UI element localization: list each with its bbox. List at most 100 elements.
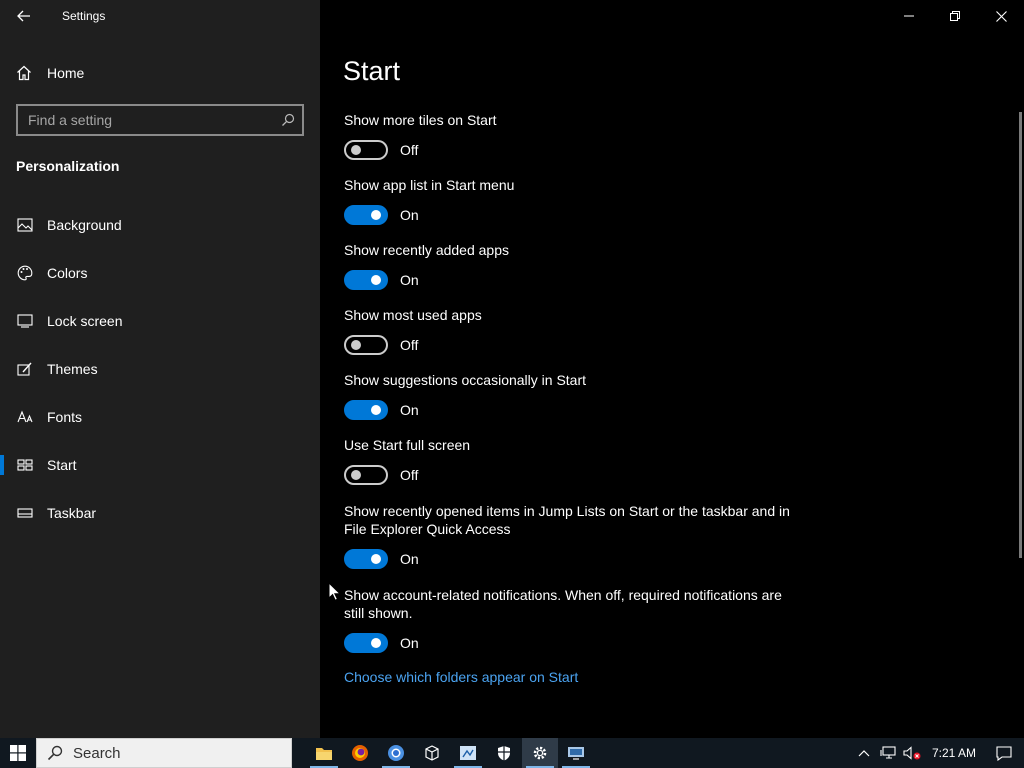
sidebar-item-themes[interactable]: Themes	[0, 349, 320, 389]
setting-label: Show more tiles on Start	[344, 112, 497, 128]
setting-label: Show app list in Start menu	[344, 177, 515, 193]
taskbar-clock[interactable]: 7:21 AM	[924, 746, 984, 760]
toggle-show-app-list[interactable]: On	[344, 205, 804, 225]
system-tray: 7:21 AM	[852, 738, 1024, 768]
taskbar-app-file-explorer[interactable]	[306, 738, 342, 768]
brush-icon	[16, 360, 34, 378]
windows-logo-icon	[10, 745, 26, 761]
taskbar-search-box[interactable]: Search	[36, 738, 292, 768]
toggle-switch[interactable]	[344, 633, 388, 653]
taskbar-app-chrome[interactable]	[378, 738, 414, 768]
action-center-button[interactable]	[984, 738, 1024, 768]
settings-gear-icon	[533, 746, 547, 760]
setting-show-app-list: Show app list in Start menu On	[344, 176, 804, 225]
chevron-up-icon	[858, 750, 870, 757]
chrome-icon	[388, 745, 404, 761]
toggle-switch[interactable]	[344, 140, 388, 160]
taskbar-app-network-tool[interactable]	[450, 738, 486, 768]
taskbar-icon	[16, 504, 34, 522]
search-icon	[47, 745, 63, 761]
network-status-button[interactable]	[876, 738, 900, 768]
toggle-switch[interactable]	[344, 335, 388, 355]
taskbar-app-firefox[interactable]	[342, 738, 378, 768]
setting-show-recently-added: Show recently added apps On	[344, 241, 804, 290]
image-icon	[16, 216, 34, 234]
sidebar-item-label: Themes	[47, 361, 98, 377]
sidebar-item-taskbar[interactable]: Taskbar	[0, 493, 320, 533]
file-explorer-icon	[316, 748, 332, 760]
title-bar: Settings	[0, 0, 320, 32]
sidebar-item-label: Lock screen	[47, 313, 123, 329]
section-title: Personalization	[16, 158, 120, 174]
toggle-state: Off	[400, 467, 419, 483]
sidebar-item-label: Colors	[47, 265, 88, 281]
taskbar-app-security[interactable]	[486, 738, 522, 768]
sidebar-item-fonts[interactable]: Fonts	[0, 397, 320, 437]
taskbar-app-settings[interactable]	[522, 738, 558, 768]
security-shield-icon	[498, 746, 510, 761]
setting-label: Show suggestions occasionally in Start	[344, 372, 587, 388]
minimize-icon	[904, 15, 914, 17]
taskbar-app-package[interactable]	[414, 738, 450, 768]
volume-muted-icon	[903, 746, 921, 760]
settings-search-input[interactable]	[18, 106, 274, 134]
toggle-state: On	[400, 551, 419, 567]
toggle-show-more-tiles[interactable]: Off	[344, 140, 804, 160]
sidebar-item-label: Taskbar	[47, 505, 97, 521]
show-hidden-icons-button[interactable]	[852, 738, 876, 768]
page-title: Start	[343, 56, 401, 86]
back-arrow-icon	[17, 10, 30, 22]
toggle-switch[interactable]	[344, 465, 388, 485]
search-icon[interactable]	[274, 106, 302, 134]
sidebar-item-colors[interactable]: Colors	[0, 253, 320, 293]
notification-icon	[996, 745, 1012, 761]
toggle-switch[interactable]	[344, 270, 388, 290]
toggle-switch[interactable]	[344, 549, 388, 569]
taskbar: Search 7:21 AM	[0, 738, 1024, 768]
restore-button[interactable]	[932, 0, 978, 32]
toggle-start-full-screen[interactable]: Off	[344, 465, 804, 485]
toggle-show-most-used[interactable]: Off	[344, 335, 804, 355]
start-button[interactable]	[0, 738, 36, 768]
taskbar-app-remote-desktop[interactable]	[558, 738, 594, 768]
close-button[interactable]	[978, 0, 1024, 32]
toggle-show-suggestions[interactable]: On	[344, 400, 804, 420]
network-icon	[880, 746, 896, 759]
volume-button[interactable]	[900, 738, 924, 768]
setting-label: Show most used apps	[344, 307, 482, 323]
nav-home-label: Home	[47, 65, 85, 81]
home-icon	[17, 65, 31, 81]
setting-label: Use Start full screen	[344, 437, 471, 453]
remote-desktop-icon	[568, 747, 584, 760]
lock-screen-icon	[16, 312, 34, 330]
choose-folders-link[interactable]: Choose which folders appear on Start	[344, 669, 578, 685]
sidebar-item-background[interactable]: Background	[0, 205, 320, 245]
settings-search-box[interactable]	[16, 104, 304, 136]
mouse-cursor-icon	[328, 582, 340, 601]
settings-content: Start Show more tiles on Start Off Show …	[320, 0, 1024, 738]
toggle-state: On	[400, 402, 419, 418]
sidebar-item-label: Start	[47, 457, 77, 473]
firefox-icon	[352, 745, 368, 761]
toggle-state: Off	[400, 142, 419, 158]
setting-jump-lists: Show recently opened items in Jump Lists…	[344, 502, 804, 569]
back-button[interactable]	[8, 2, 40, 30]
setting-show-more-tiles: Show more tiles on Start Off	[344, 111, 804, 160]
window-controls	[886, 0, 1024, 32]
sidebar-item-lock-screen[interactable]: Lock screen	[0, 301, 320, 341]
package-icon	[425, 745, 439, 761]
nav-home[interactable]: Home	[0, 56, 320, 90]
toggle-show-recently-added[interactable]: On	[344, 270, 804, 290]
toggle-switch[interactable]	[344, 205, 388, 225]
setting-show-most-used: Show most used apps Off	[344, 306, 804, 355]
setting-label: Show recently added apps	[344, 242, 509, 258]
scrollbar[interactable]	[1019, 112, 1022, 558]
toggle-account-notifications[interactable]: On	[344, 633, 804, 653]
sidebar-item-start[interactable]: Start	[0, 445, 320, 485]
minimize-button[interactable]	[886, 0, 932, 32]
taskbar-search-label: Search	[73, 744, 121, 762]
toggle-switch[interactable]	[344, 400, 388, 420]
sidebar-item-label: Background	[47, 217, 122, 233]
sidebar-item-label: Fonts	[47, 409, 83, 425]
toggle-jump-lists[interactable]: On	[344, 549, 804, 569]
